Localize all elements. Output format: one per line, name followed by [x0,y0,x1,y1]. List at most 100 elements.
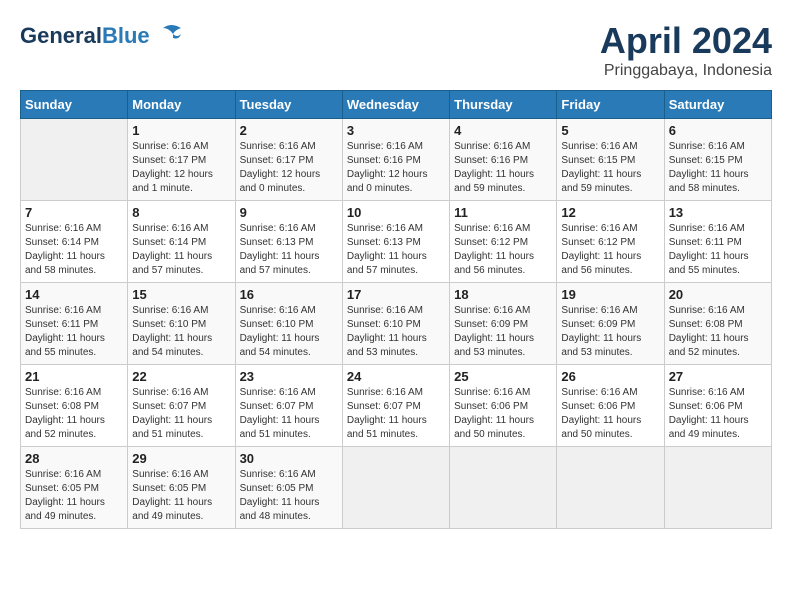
calendar-week-row: 7 Sunrise: 6:16 AMSunset: 6:14 PMDaylight… [21,201,772,283]
day-number: 11 [454,205,552,220]
calendar-cell: 1Sunrise: 6:16 AMSunset: 6:17 PMDaylight… [128,119,235,201]
calendar-cell: 11 Sunrise: 6:16 AMSunset: 6:12 PMDayligh… [450,201,557,283]
day-number: 5 [561,123,659,138]
calendar-cell [664,447,771,529]
month-title: April 2024 [600,20,772,62]
calendar-cell [450,447,557,529]
day-info: Sunrise: 6:16 AMSunset: 6:12 PMDaylight:… [454,222,552,278]
day-number: 21 [25,369,123,384]
calendar-cell: 9 Sunrise: 6:16 AMSunset: 6:13 PMDaylight… [235,201,342,283]
calendar-cell: 13 Sunrise: 6:16 AMSunset: 6:11 PMDayligh… [664,201,771,283]
day-info: Sunrise: 6:16 AMSunset: 6:07 PMDaylight:… [132,386,230,442]
calendar-cell: 26Sunrise: 6:16 AMSunset: 6:06 PMDayligh… [557,365,664,447]
calendar-cell: 24 Sunrise: 6:16 AMSunset: 6:07 PMDayligh… [342,365,449,447]
weekday-header-sunday: Sunday [21,91,128,119]
day-number: 3 [347,123,445,138]
day-number: 23 [240,369,338,384]
day-info: Sunrise: 6:16 AMSunset: 6:13 PMDaylight:… [347,222,445,278]
calendar-week-row: 21 Sunrise: 6:16 AMSunset: 6:08 PMDayligh… [21,365,772,447]
day-number: 18 [454,287,552,302]
day-info: Sunrise: 6:16 AMSunset: 6:17 PMDaylight:… [240,140,338,196]
day-info: Sunrise: 6:16 AMSunset: 6:07 PMDaylight:… [240,386,338,442]
day-info: Sunrise: 6:16 AMSunset: 6:05 PMDaylight:… [132,468,230,524]
calendar-cell: 30 Sunrise: 6:16 AMSunset: 6:05 PMDayligh… [235,447,342,529]
day-number: 7 [25,205,123,220]
day-info: Sunrise: 6:16 AMSunset: 6:12 PMDaylight:… [561,222,659,278]
calendar-cell: 15 Sunrise: 6:16 AMSunset: 6:10 PMDayligh… [128,283,235,365]
weekday-header-row: SundayMondayTuesdayWednesdayThursdayFrid… [21,91,772,119]
calendar-cell: 12 Sunrise: 6:16 AMSunset: 6:12 PMDayligh… [557,201,664,283]
day-info: Sunrise: 6:16 AMSunset: 6:05 PMDaylight:… [240,468,338,524]
day-number: 9 [240,205,338,220]
calendar-week-row: 28 Sunrise: 6:16 AMSunset: 6:05 PMDayligh… [21,447,772,529]
day-info: Sunrise: 6:16 AMSunset: 6:08 PMDaylight:… [669,304,767,360]
weekday-header-monday: Monday [128,91,235,119]
calendar-table: SundayMondayTuesdayWednesdayThursdayFrid… [20,90,772,529]
calendar-cell [21,119,128,201]
day-info: Sunrise: 6:16 AMSunset: 6:10 PMDaylight:… [347,304,445,360]
weekday-header-tuesday: Tuesday [235,91,342,119]
weekday-header-friday: Friday [557,91,664,119]
day-number: 20 [669,287,767,302]
day-number: 17 [347,287,445,302]
title-block: April 2024 Pringgabaya, Indonesia [600,20,772,80]
day-info: Sunrise: 6:16 AMSunset: 6:05 PMDaylight:… [25,468,123,524]
calendar-cell: 17 Sunrise: 6:16 AMSunset: 6:10 PMDayligh… [342,283,449,365]
calendar-cell: 6Sunrise: 6:16 AMSunset: 6:15 PMDaylight… [664,119,771,201]
weekday-header-wednesday: Wednesday [342,91,449,119]
day-info: Sunrise: 6:16 AMSunset: 6:13 PMDaylight:… [240,222,338,278]
calendar-cell: 2Sunrise: 6:16 AMSunset: 6:17 PMDaylight… [235,119,342,201]
calendar-cell [342,447,449,529]
calendar-cell: 3Sunrise: 6:16 AMSunset: 6:16 PMDaylight… [342,119,449,201]
day-number: 15 [132,287,230,302]
day-number: 19 [561,287,659,302]
calendar-cell: 16Sunrise: 6:16 AMSunset: 6:10 PMDayligh… [235,283,342,365]
day-number: 10 [347,205,445,220]
day-number: 22 [132,369,230,384]
calendar-cell: 14 Sunrise: 6:16 AMSunset: 6:11 PMDayligh… [21,283,128,365]
calendar-cell: 10 Sunrise: 6:16 AMSunset: 6:13 PMDayligh… [342,201,449,283]
day-number: 13 [669,205,767,220]
calendar-cell: 7 Sunrise: 6:16 AMSunset: 6:14 PMDaylight… [21,201,128,283]
day-number: 14 [25,287,123,302]
calendar-cell [557,447,664,529]
day-number: 6 [669,123,767,138]
calendar-cell: 8 Sunrise: 6:16 AMSunset: 6:14 PMDaylight… [128,201,235,283]
location-subtitle: Pringgabaya, Indonesia [600,62,772,80]
calendar-cell: 4 Sunrise: 6:16 AMSunset: 6:16 PMDaylight… [450,119,557,201]
calendar-cell: 19 Sunrise: 6:16 AMSunset: 6:09 PMDayligh… [557,283,664,365]
day-number: 4 [454,123,552,138]
calendar-cell: 25Sunrise: 6:16 AMSunset: 6:06 PMDayligh… [450,365,557,447]
day-info: Sunrise: 6:16 AMSunset: 6:14 PMDaylight:… [25,222,123,278]
day-info: Sunrise: 6:16 AMSunset: 6:11 PMDaylight:… [25,304,123,360]
calendar-cell: 20 Sunrise: 6:16 AMSunset: 6:08 PMDayligh… [664,283,771,365]
calendar-header: SundayMondayTuesdayWednesdayThursdayFrid… [21,91,772,119]
calendar-cell: 27Sunrise: 6:16 AMSunset: 6:06 PMDayligh… [664,365,771,447]
day-info: Sunrise: 6:16 AMSunset: 6:14 PMDaylight:… [132,222,230,278]
calendar-cell: 21 Sunrise: 6:16 AMSunset: 6:08 PMDayligh… [21,365,128,447]
day-info: Sunrise: 6:16 AMSunset: 6:07 PMDaylight:… [347,386,445,442]
calendar-cell: 28 Sunrise: 6:16 AMSunset: 6:05 PMDayligh… [21,447,128,529]
day-number: 8 [132,205,230,220]
day-info: Sunrise: 6:16 AMSunset: 6:09 PMDaylight:… [454,304,552,360]
weekday-header-thursday: Thursday [450,91,557,119]
calendar-week-row: 1Sunrise: 6:16 AMSunset: 6:17 PMDaylight… [21,119,772,201]
day-number: 28 [25,451,123,466]
day-info: Sunrise: 6:16 AMSunset: 6:08 PMDaylight:… [25,386,123,442]
calendar-cell: 23 Sunrise: 6:16 AMSunset: 6:07 PMDayligh… [235,365,342,447]
day-info: Sunrise: 6:16 AMSunset: 6:11 PMDaylight:… [669,222,767,278]
calendar-body: 1Sunrise: 6:16 AMSunset: 6:17 PMDaylight… [21,119,772,529]
page-header: GeneralBlue April 2024 Pringgabaya, Indo… [20,20,772,80]
logo-bird-icon [153,20,185,52]
day-number: 24 [347,369,445,384]
calendar-cell: 18 Sunrise: 6:16 AMSunset: 6:09 PMDayligh… [450,283,557,365]
weekday-header-saturday: Saturday [664,91,771,119]
day-info: Sunrise: 6:16 AMSunset: 6:10 PMDaylight:… [132,304,230,360]
logo: GeneralBlue [20,20,185,52]
day-number: 30 [240,451,338,466]
day-info: Sunrise: 6:16 AMSunset: 6:09 PMDaylight:… [561,304,659,360]
day-info: Sunrise: 6:16 AMSunset: 6:06 PMDaylight:… [454,386,552,442]
day-number: 16 [240,287,338,302]
day-info: Sunrise: 6:16 AMSunset: 6:16 PMDaylight:… [454,140,552,196]
day-number: 12 [561,205,659,220]
